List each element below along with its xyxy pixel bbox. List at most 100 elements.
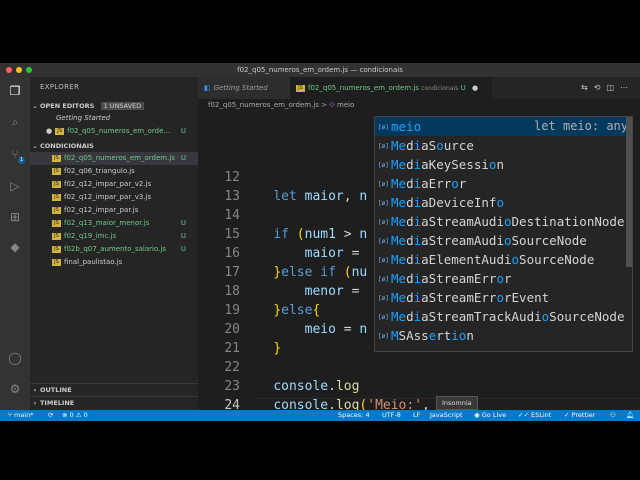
file-item[interactable]: JS f02_q05_numeros_em_ordem.js U	[30, 152, 198, 165]
outline-section[interactable]: › OUTLINE	[30, 383, 198, 396]
suggestion-item[interactable]: [ø] MediaKeySession	[375, 155, 632, 174]
folder-section[interactable]: ⌄ CONDICIONAIS	[30, 140, 198, 152]
code-token: console	[273, 379, 329, 394]
timeline-section[interactable]: › TIMELINE	[30, 396, 198, 409]
file-name: final_paulistao.js	[64, 258, 123, 266]
code-line[interactable]: if (num1 > n	[242, 225, 367, 244]
file-item[interactable]: JS f02_q12_impar_par_v3.js	[30, 191, 198, 204]
open-editors-section[interactable]: ⌄ OPEN EDITORS 1 UNSAVED	[30, 100, 198, 112]
unsaved-dot-icon[interactable]: ●	[472, 84, 478, 92]
file-item[interactable]: JS f02_q12_impar_par_v2.js	[30, 178, 198, 191]
suggestion-item[interactable]: [ø] meio let meio: any	[375, 117, 632, 136]
suggestion-item[interactable]: [ø] MediaStreamTrackAudioSourceNode	[375, 307, 632, 326]
chevron-down-icon: ⌄	[32, 102, 38, 110]
sync-icon[interactable]: ⟳	[48, 410, 53, 421]
file-name: f02_q05_numeros_em_ordem.js	[64, 154, 175, 162]
code-token: if	[320, 265, 344, 280]
code-token: }	[273, 303, 282, 318]
code-token: n	[359, 322, 368, 337]
check-icon: ✓✓	[518, 411, 531, 419]
code-line[interactable]: }else if (nu	[242, 263, 367, 282]
code-line[interactable]: }	[242, 339, 281, 358]
close-window-button[interactable]	[6, 67, 12, 73]
eol-indicator[interactable]: LF	[413, 410, 420, 421]
account-icon[interactable]: ◯	[7, 350, 23, 366]
docker-icon[interactable]: ◆	[7, 239, 23, 255]
suggestion-item[interactable]: [ø] MediaStreamAudioSourceNode	[375, 231, 632, 250]
encoding-indicator[interactable]: UTF-8	[382, 410, 401, 421]
extensions-icon[interactable]: ⊞	[7, 209, 23, 225]
suggestion-item[interactable]: [ø] MediaStreamAudioDestinationNode	[375, 212, 632, 231]
breadcrumb-file[interactable]: f02_q05_numeros_em_ordem.js	[208, 101, 319, 109]
language-mode[interactable]: JavaScript	[430, 410, 463, 421]
problems-indicator[interactable]: ⊗ 0 ⚠ 0	[62, 410, 88, 421]
suggest-scrollbar[interactable]	[626, 117, 632, 267]
code-token: let	[273, 189, 305, 204]
indentation-indicator[interactable]: Spaces: 4	[338, 410, 370, 421]
suggestion-item[interactable]: [ø] MediaStreamError	[375, 269, 632, 288]
go-live-button[interactable]: ◉ Go Live	[474, 410, 506, 421]
run-debug-icon[interactable]: ▷	[7, 178, 23, 194]
breadcrumb-symbol[interactable]: meio	[337, 101, 354, 109]
suggestion-item[interactable]: [ø] MediaStreamErrorEvent	[375, 288, 632, 307]
unsaved-badge: 1 UNSAVED	[100, 102, 145, 110]
suggestion-label: MediaStreamAudioDestinationNode	[391, 214, 625, 229]
suggestion-label: MediaStreamAudioSourceNode	[391, 233, 587, 248]
variable-icon: [ø]	[378, 180, 389, 188]
file-item[interactable]: JS f02_q12_impar_par.js	[30, 204, 198, 217]
notifications-icon[interactable]: 🔔︎	[626, 410, 634, 421]
prettier-indicator[interactable]: ✓ Prettier	[564, 410, 595, 421]
file-item[interactable]: JS f02_q19_imc.js U	[30, 230, 198, 243]
code-line[interactable]: meio = n	[242, 320, 368, 339]
variable-icon: [ø]	[378, 237, 389, 245]
open-editor-getting-started[interactable]: Getting Started	[30, 112, 198, 125]
code-line[interactable]: console.log	[242, 377, 359, 396]
breadcrumb: f02_q05_numeros_em_ordem.js > ⟐ meio	[198, 99, 640, 111]
accounts-icon[interactable]: ⚇	[610, 410, 616, 421]
code-line[interactable]: maior =	[242, 244, 360, 263]
settings-gear-icon[interactable]: ⚙	[7, 381, 23, 397]
go-live-icon[interactable]: ⟲	[594, 83, 607, 92]
more-icon[interactable]: ⋯	[620, 83, 634, 92]
suggestion-item[interactable]: [ø] MSAssertion	[375, 326, 632, 345]
open-editor-current-file[interactable]: ● JS f02_q05_numeros_em_orde... U	[30, 125, 198, 138]
git-status: U	[180, 219, 186, 227]
eslint-indicator[interactable]: ✓✓ ESLint	[518, 410, 551, 421]
suggestion-item[interactable]: [ø] MediaSource	[375, 136, 632, 155]
explorer-icon[interactable]: ❐	[7, 83, 23, 99]
split-editor-icon[interactable]: ◫	[606, 83, 620, 92]
broadcast-icon: ◉	[474, 411, 482, 419]
suggestion-item[interactable]: [ø] MediaDeviceInfo	[375, 193, 632, 212]
suggestion-label: MediaKeySession	[391, 157, 504, 172]
tab-getting-started[interactable]: ◧ Getting Started	[198, 77, 296, 99]
file-item[interactable]: JS f02b_q07_aumento_salario.js U	[30, 243, 198, 256]
code-line[interactable]: menor =	[242, 282, 360, 301]
chevron-right-icon: ›	[33, 399, 37, 407]
branch-indicator[interactable]: ⑂ main*	[8, 410, 33, 421]
file-item[interactable]: JS f02_q13_maior_menor.js U	[30, 217, 198, 230]
code-token: }	[273, 341, 282, 356]
tab-current-file[interactable]: JS f02_q05_numeros_em_ordem.js condiciona…	[290, 77, 492, 99]
file-name: f02b_q07_aumento_salario.js	[64, 245, 166, 253]
code-line[interactable]: let maior, n	[242, 187, 367, 206]
suggestion-item[interactable]: [ø] MediaError	[375, 174, 632, 193]
insomnia-tooltip: Insomnia	[436, 396, 478, 410]
minimize-window-button[interactable]	[16, 67, 22, 73]
code-token: =	[343, 246, 360, 261]
maximize-window-button[interactable]	[26, 67, 32, 73]
suggestion-label: meio	[391, 119, 422, 134]
suggestion-item[interactable]: [ø] MediaElementAudioSourceNode	[375, 250, 632, 269]
search-icon[interactable]: ⌕	[7, 114, 23, 130]
source-control-icon[interactable]: ⑂ 1	[7, 146, 25, 164]
file-item[interactable]: JS f02_q06_triangulo.js	[30, 165, 198, 178]
variable-icon: [ø]	[378, 199, 389, 207]
js-file-icon: JS	[296, 84, 305, 92]
file-item[interactable]: JS final_paulistao.js	[30, 256, 198, 269]
compare-icon[interactable]: ⇆	[581, 83, 594, 92]
code-line[interactable]: }else{	[242, 301, 320, 320]
line-number: 23	[224, 379, 240, 394]
variable-icon: [ø]	[378, 332, 389, 340]
